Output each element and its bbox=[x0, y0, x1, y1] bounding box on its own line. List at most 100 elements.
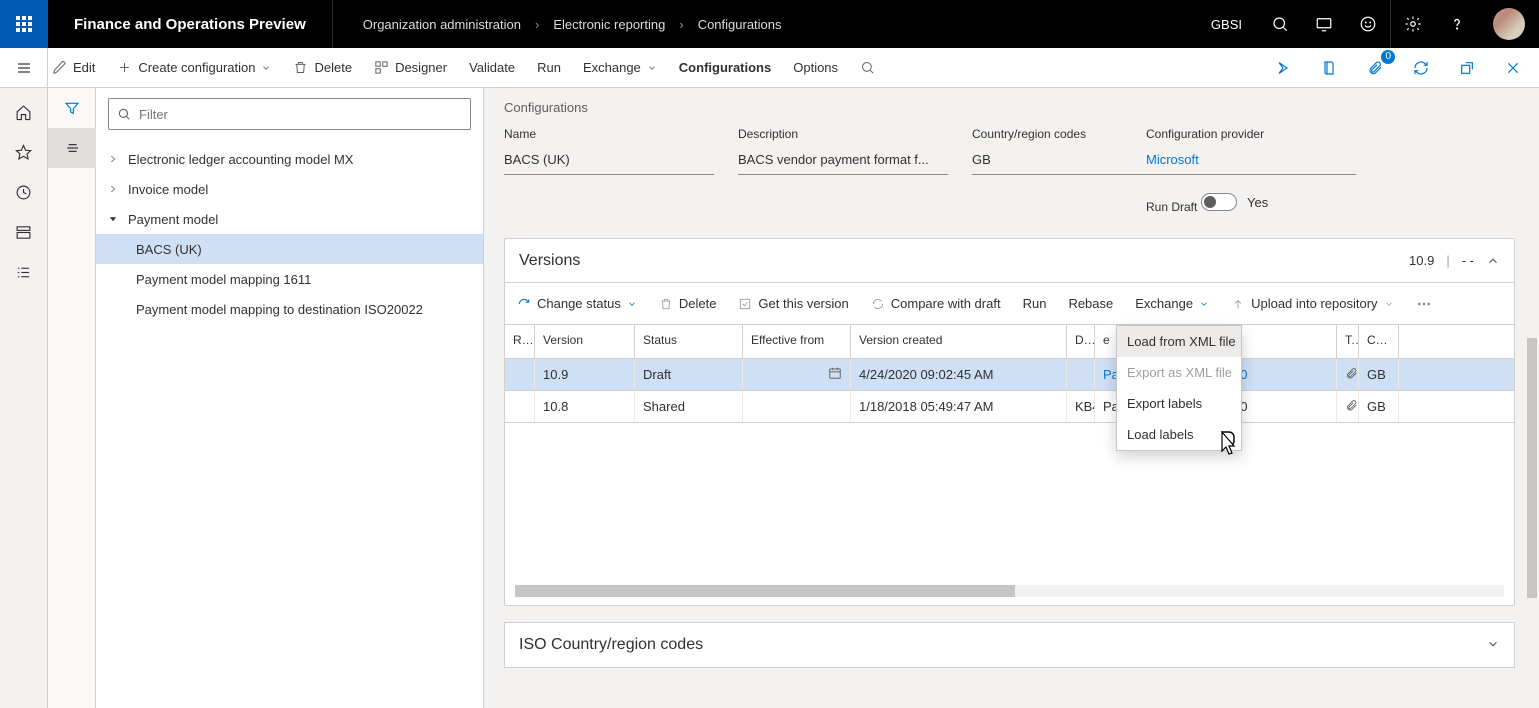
table-cell bbox=[505, 359, 535, 390]
gear-icon[interactable] bbox=[1391, 0, 1435, 48]
more-icon[interactable] bbox=[1416, 296, 1432, 312]
iso-panel[interactable]: ISO Country/region codes bbox=[504, 622, 1515, 668]
configurations-tab[interactable]: Configurations bbox=[679, 60, 771, 75]
upload-repository-button[interactable]: Upload into repository bbox=[1231, 296, 1393, 311]
menu-item[interactable]: Export labels bbox=[1117, 388, 1241, 419]
attachments-button[interactable] bbox=[1359, 52, 1391, 84]
field-label-provider: Configuration provider bbox=[1146, 127, 1356, 141]
menu-item: Export as XML file bbox=[1117, 357, 1241, 388]
refresh-icon[interactable] bbox=[1405, 52, 1437, 84]
column-header[interactable]: R... bbox=[505, 325, 535, 358]
column-header[interactable]: T... bbox=[1337, 325, 1359, 358]
menu-item[interactable]: Load labels bbox=[1117, 419, 1241, 450]
breadcrumb-item[interactable]: Organization administration bbox=[363, 17, 521, 32]
star-icon[interactable] bbox=[0, 132, 48, 172]
table-cell bbox=[743, 391, 851, 422]
device-icon[interactable] bbox=[1302, 0, 1346, 48]
table-cell: 10.8 bbox=[535, 391, 635, 422]
popout-icon[interactable] bbox=[1451, 52, 1483, 84]
app-title: Finance and Operations Preview bbox=[48, 0, 333, 48]
chevron-right-icon[interactable] bbox=[108, 152, 120, 167]
exchange-button[interactable]: Exchange bbox=[583, 60, 657, 75]
column-header[interactable]: Des... bbox=[1067, 325, 1095, 358]
vertical-scrollbar[interactable] bbox=[1527, 338, 1537, 678]
delete-button[interactable]: Delete bbox=[293, 60, 352, 75]
breadcrumb-item[interactable]: Configurations bbox=[698, 17, 782, 32]
table-row[interactable]: 10.8Shared1/18/2018 05:49:47 AMKB4Paymen… bbox=[505, 391, 1514, 423]
tree-item[interactable]: Payment model mapping 1611 bbox=[96, 264, 483, 294]
tree-item[interactable]: Payment model bbox=[96, 204, 483, 234]
column-header[interactable]: Effective from bbox=[743, 325, 851, 358]
chevron-down-icon[interactable] bbox=[108, 212, 120, 227]
delete-label: Delete bbox=[314, 60, 352, 75]
edit-button[interactable]: Edit bbox=[52, 60, 95, 75]
exchange-label: Exchange bbox=[583, 60, 641, 75]
filter-icon[interactable] bbox=[48, 88, 96, 128]
chevron-right-icon: › bbox=[535, 17, 539, 32]
delete-version-button[interactable]: Delete bbox=[659, 296, 717, 311]
validate-button[interactable]: Validate bbox=[469, 60, 515, 75]
chevron-right-icon[interactable] bbox=[108, 182, 120, 197]
breadcrumb-item[interactable]: Electronic reporting bbox=[553, 17, 665, 32]
chevron-up-icon[interactable] bbox=[1486, 254, 1500, 268]
table-row[interactable]: 10.9Draft4/24/2020 09:02:45 AMPayment mo… bbox=[505, 359, 1514, 391]
tree-item[interactable]: Payment model mapping to destination ISO… bbox=[96, 294, 483, 324]
table-cell bbox=[743, 359, 851, 390]
search-icon[interactable] bbox=[1258, 0, 1302, 48]
edit-label: Edit bbox=[73, 60, 95, 75]
smiley-icon[interactable] bbox=[1346, 0, 1390, 48]
hamburger-button[interactable] bbox=[0, 48, 48, 88]
run-button[interactable]: Run bbox=[537, 60, 561, 75]
table-cell: Draft bbox=[635, 359, 743, 390]
column-header[interactable]: Status bbox=[635, 325, 743, 358]
field-value-provider[interactable]: Microsoft bbox=[1146, 145, 1356, 175]
list-view-icon[interactable] bbox=[48, 128, 96, 168]
change-status-button[interactable]: Change status bbox=[517, 296, 637, 311]
get-version-button[interactable]: Get this version bbox=[738, 296, 848, 311]
search-button[interactable] bbox=[860, 60, 875, 75]
nav-rail bbox=[0, 88, 48, 708]
rebase-button[interactable]: Rebase bbox=[1068, 296, 1113, 311]
field-value-country[interactable]: GB bbox=[972, 145, 1172, 175]
column-header[interactable]: Co... bbox=[1359, 325, 1399, 358]
modules-icon[interactable] bbox=[0, 252, 48, 292]
run-draft-toggle[interactable]: Yes bbox=[1201, 193, 1268, 211]
field-value-name[interactable]: BACS (UK) bbox=[504, 145, 714, 175]
help-icon[interactable] bbox=[1435, 0, 1479, 48]
tree-item-label: Electronic ledger accounting model MX bbox=[128, 152, 353, 167]
book-icon[interactable] bbox=[1313, 52, 1345, 84]
column-header[interactable]: Version bbox=[535, 325, 635, 358]
table-cell bbox=[1337, 359, 1359, 390]
exchange-version-button[interactable]: Exchange bbox=[1135, 296, 1209, 311]
options-label: Options bbox=[793, 60, 838, 75]
menu-item[interactable]: Load from XML file bbox=[1117, 326, 1241, 357]
tree-filter-input[interactable] bbox=[137, 106, 462, 123]
table-cell: 4/24/2020 09:02:45 AM bbox=[851, 359, 1067, 390]
tree-item[interactable]: Electronic ledger accounting model MX bbox=[96, 144, 483, 174]
recent-icon[interactable] bbox=[0, 172, 48, 212]
paperclip-icon[interactable] bbox=[1345, 367, 1358, 383]
options-tab[interactable]: Options bbox=[793, 60, 838, 75]
tree-item[interactable]: Invoice model bbox=[96, 174, 483, 204]
tree-item[interactable]: BACS (UK) bbox=[96, 234, 483, 264]
tree-item-label: BACS (UK) bbox=[136, 242, 202, 257]
home-icon[interactable] bbox=[0, 92, 48, 132]
compare-button[interactable]: Compare with draft bbox=[871, 296, 1001, 311]
company-display[interactable]: GBSI bbox=[1195, 0, 1258, 48]
avatar[interactable] bbox=[1493, 8, 1525, 40]
close-icon[interactable] bbox=[1497, 52, 1529, 84]
horizontal-scrollbar[interactable] bbox=[515, 585, 1504, 597]
column-header[interactable]: Version created bbox=[851, 325, 1067, 358]
paperclip-icon[interactable] bbox=[1345, 399, 1358, 415]
validate-label: Validate bbox=[469, 60, 515, 75]
field-value-description[interactable]: BACS vendor payment format f... bbox=[738, 145, 948, 175]
section-title: Configurations bbox=[504, 100, 1515, 115]
run-version-button[interactable]: Run bbox=[1023, 296, 1047, 311]
app-launcher[interactable] bbox=[0, 0, 48, 48]
workspace-icon[interactable] bbox=[0, 212, 48, 252]
calendar-icon[interactable] bbox=[828, 366, 842, 383]
create-configuration-button[interactable]: Create configuration bbox=[117, 60, 271, 75]
link-icon[interactable] bbox=[1267, 52, 1299, 84]
table-cell: 10.9 bbox=[535, 359, 635, 390]
designer-button[interactable]: Designer bbox=[374, 60, 447, 75]
